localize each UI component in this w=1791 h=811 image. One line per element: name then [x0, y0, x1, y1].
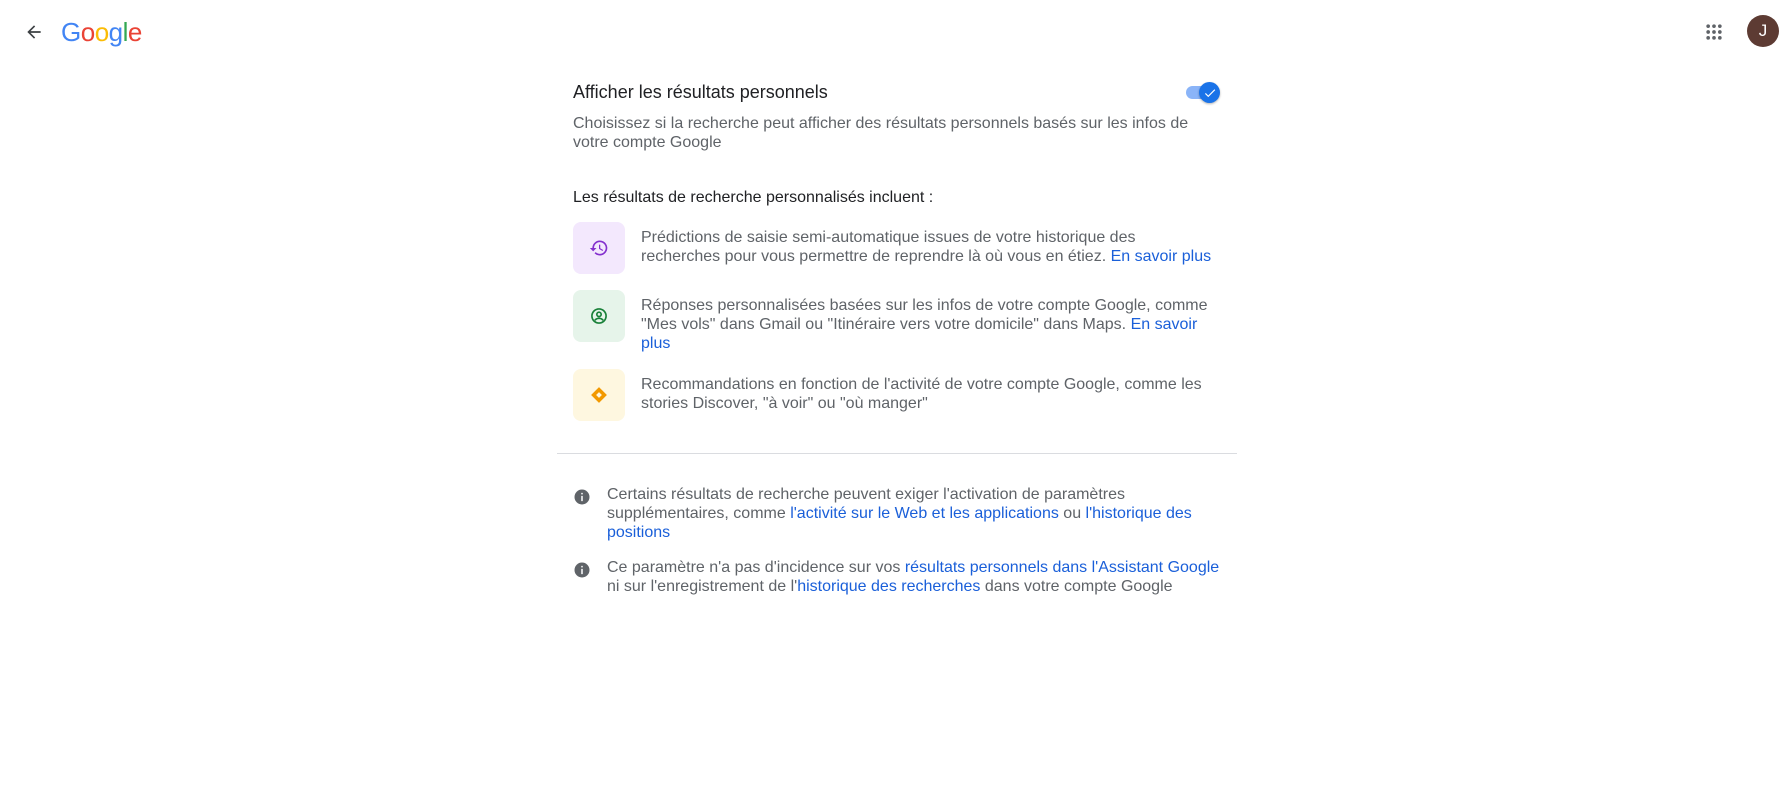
note-text: Certains résultats de recherche peuvent …	[607, 485, 1223, 542]
account-circle-icon	[591, 308, 607, 324]
assistant-personal-results-link[interactable]: résultats personnels dans l'Assistant Go…	[905, 559, 1219, 576]
feature-description: Réponses personnalisées basées sur les i…	[641, 297, 1208, 333]
note-text-part: ni sur l'enregistrement de l'	[607, 578, 798, 595]
note-text-part: dans votre compte Google	[980, 578, 1173, 595]
feature-item-personal-answers: Réponses personnalisées basées sur les i…	[573, 290, 1219, 353]
feature-icon-box	[573, 222, 625, 274]
account-avatar[interactable]: J	[1747, 15, 1779, 47]
feature-icon-box	[573, 369, 625, 421]
logo-letter: G	[61, 17, 81, 47]
setting-title: Afficher les résultats personnels	[573, 82, 828, 102]
note-text-part: Ce paramètre n'a pas d'incidence sur vos	[607, 559, 905, 576]
back-button[interactable]	[16, 14, 52, 50]
web-app-activity-link[interactable]: l'activité sur le Web et les application…	[790, 505, 1059, 522]
feature-list: Prédictions de saisie semi-automatique i…	[573, 222, 1219, 421]
google-apps-button[interactable]	[1696, 14, 1732, 50]
check-icon	[1204, 88, 1215, 97]
feature-description: Prédictions de saisie semi-automatique i…	[641, 229, 1136, 265]
settings-panel: Afficher les résultats personnels Choisi…	[573, 74, 1222, 437]
toggle-knob	[1199, 82, 1220, 103]
logo-letter: o	[80, 17, 95, 47]
logo-letter: g	[108, 17, 123, 47]
feature-text: Prédictions de saisie semi-automatique i…	[641, 222, 1219, 266]
search-history-link[interactable]: historique des recherches	[797, 578, 980, 595]
note-text: Ce paramètre n'a pas d'incidence sur vos…	[607, 558, 1223, 596]
feature-description: Recommandations en fonction de l'activit…	[641, 376, 1202, 412]
info-icon	[574, 489, 590, 505]
apps-grid-icon	[1706, 24, 1722, 40]
top-bar: Google J	[0, 0, 1791, 64]
feature-text: Recommandations en fonction de l'activit…	[641, 369, 1219, 413]
setting-header: Afficher les résultats personnels	[573, 74, 1222, 110]
learn-more-link[interactable]: En savoir plus	[1111, 248, 1212, 265]
setting-description: Choisissez si la recherche peut afficher…	[573, 115, 1189, 151]
feature-text: Réponses personnalisées basées sur les i…	[641, 290, 1219, 353]
info-notes: Certains résultats de recherche peuvent …	[573, 485, 1223, 612]
history-icon	[589, 240, 608, 256]
note-item: Certains résultats de recherche peuvent …	[573, 485, 1223, 542]
info-icon	[574, 562, 590, 578]
arrow-left-icon	[27, 25, 41, 39]
logo-letter: e	[127, 17, 142, 47]
logo-letter: o	[94, 17, 109, 47]
note-text-part: ou	[1058, 505, 1086, 522]
discover-icon	[591, 387, 607, 403]
note-item: Ce paramètre n'a pas d'incidence sur vos…	[573, 558, 1223, 596]
feature-icon-box	[573, 290, 625, 342]
google-logo[interactable]: Google	[61, 14, 142, 50]
feature-item-autocomplete: Prédictions de saisie semi-automatique i…	[573, 222, 1219, 274]
divider	[557, 453, 1237, 454]
includes-heading: Les résultats de recherche personnalisés…	[573, 189, 934, 206]
personal-results-toggle[interactable]	[1184, 80, 1222, 104]
feature-item-recommendations: Recommandations en fonction de l'activit…	[573, 369, 1219, 421]
